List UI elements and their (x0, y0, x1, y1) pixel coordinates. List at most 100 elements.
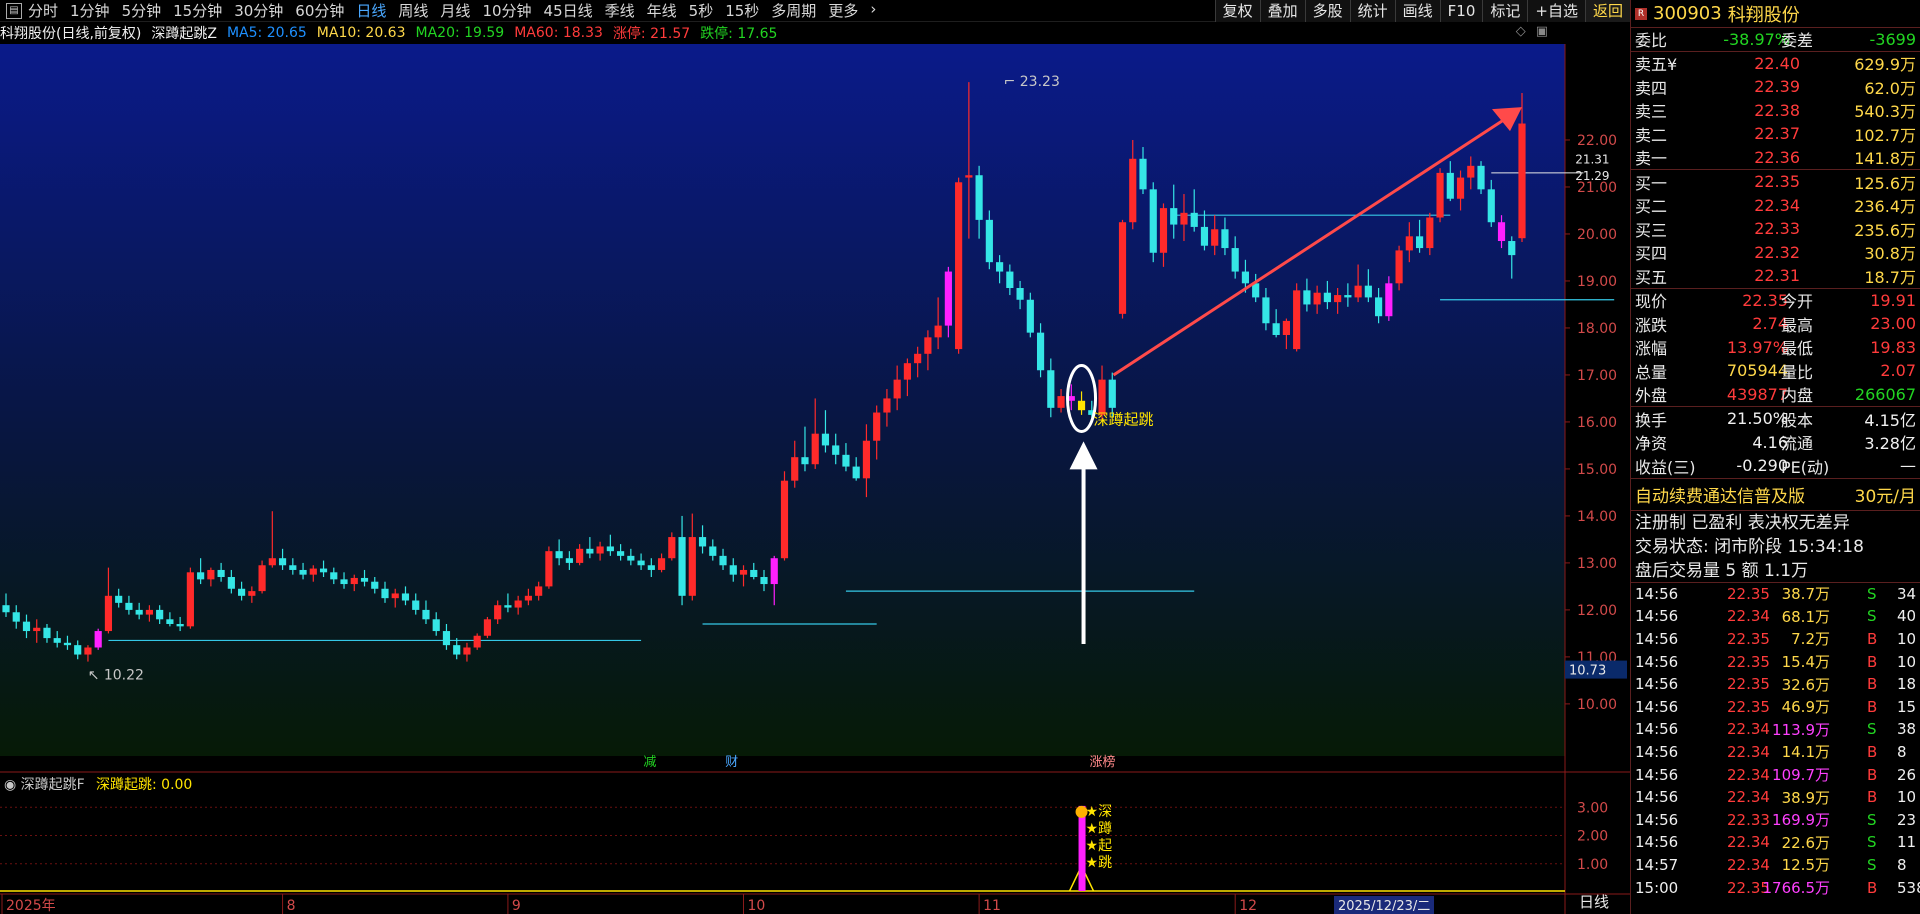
buy-label: 买三 (1635, 220, 1668, 240)
period-tab-7[interactable]: 周线 (398, 0, 428, 21)
sell-volume: 629.9万 (1854, 55, 1916, 75)
candle-body (391, 593, 399, 599)
candle-body (258, 565, 266, 592)
buy-row-3: 买四 22.32 30.8万 (1631, 241, 1920, 265)
tool-button-6[interactable]: 标记 (1482, 0, 1528, 22)
candle-body (248, 591, 256, 596)
indicator-line: 科翔股份(日线,前复权) 深蹲起跳Z MA5: 20.65 MA10: 20.6… (0, 22, 1565, 44)
tool-button-7[interactable]: +自选 (1527, 0, 1585, 22)
tick-count: 10 (1897, 652, 1917, 671)
tool-button-8[interactable]: 返回 (1584, 0, 1630, 22)
period-tab-8[interactable]: 月线 (440, 0, 470, 21)
period-tab-10[interactable]: 45日线 (544, 0, 593, 21)
tool-button-2[interactable]: 多股 (1304, 0, 1350, 22)
sub-axis-label: 3.00 (1577, 800, 1608, 816)
date-label: 12 (1239, 898, 1257, 914)
candle-body (63, 642, 72, 646)
tool-button-0[interactable]: 复权 (1214, 0, 1260, 22)
formula-name[interactable]: 深蹲起跳Z (151, 23, 217, 43)
period-tab-14[interactable]: 15秒 (725, 0, 759, 21)
buy-price: 22.33 (1754, 219, 1800, 239)
tick-price: 22.35 (1727, 652, 1770, 671)
tick-count: 15 (1897, 697, 1917, 716)
tick-side: B (1867, 878, 1878, 897)
tick-price: 22.35 (1727, 697, 1770, 716)
candle-body (1057, 396, 1065, 408)
date-label: 2025年 (6, 898, 56, 914)
tick-price: 22.34 (1727, 765, 1770, 784)
tick-price: 22.34 (1727, 788, 1770, 807)
buy-row-2: 买三 22.33 235.6万 (1631, 217, 1920, 241)
candle-body (166, 619, 174, 625)
sell-price: 22.38 (1754, 100, 1800, 120)
period-tab-13[interactable]: 5秒 (689, 0, 714, 21)
tick-count: 8 (1897, 742, 1907, 761)
candle-body (1477, 165, 1485, 190)
candle-body (1200, 226, 1209, 246)
period-tab-1[interactable]: 1分钟 (70, 0, 110, 21)
period-tab-2[interactable]: 5分钟 (122, 0, 162, 21)
tool-button-3[interactable]: 统计 (1349, 0, 1395, 22)
candle-body (1344, 295, 1352, 298)
candle-body (606, 546, 614, 552)
candle-body (1354, 285, 1362, 298)
tick-time: 14:57 (1635, 855, 1679, 874)
candle-body (289, 565, 297, 570)
price-axis-label: 14.00 (1577, 509, 1617, 525)
buy-volume: 125.6万 (1854, 173, 1916, 193)
period-tab-15[interactable]: 多周期 (771, 0, 816, 21)
candle-body (903, 363, 911, 380)
period-tab-0[interactable]: 分时 (28, 0, 58, 21)
window-icon[interactable]: ▣ (1536, 24, 1548, 39)
fund-label: 净资 (1635, 434, 1668, 454)
candle-body (1047, 370, 1055, 408)
tool-button-5[interactable]: F10 (1439, 0, 1483, 22)
event-tag-2[interactable]: 涨榜 (1090, 754, 1116, 770)
candle-body (1334, 295, 1342, 303)
sell-row-0: 卖五¥ 22.40 629.9万 (1631, 52, 1920, 76)
stat-value-2: 266067 (1854, 384, 1916, 404)
candle-body (238, 588, 246, 596)
buy-row-1: 买二 22.34 236.4万 (1631, 194, 1920, 218)
diamond-icon[interactable]: ◇ (1516, 24, 1526, 39)
candle-body (360, 577, 369, 582)
event-tag-1[interactable]: 财 (725, 755, 738, 770)
chart-background (0, 44, 1565, 756)
buy-label: 买二 (1635, 197, 1668, 217)
stat-label-2: 今开 (1781, 292, 1814, 312)
event-tag-0[interactable]: 减 (643, 755, 656, 770)
stat-label: 外盘 (1635, 386, 1668, 406)
candle-body (1436, 172, 1444, 218)
candle-body (197, 572, 205, 580)
period-tab-4[interactable]: 30分钟 (234, 0, 283, 21)
buy-row-4: 买五 22.31 18.7万 (1631, 264, 1920, 288)
period-tab-16[interactable]: 更多 (828, 0, 858, 21)
period-tab-9[interactable]: 10分钟 (482, 0, 531, 21)
candle-body (299, 569, 307, 575)
candle-body (1211, 229, 1219, 246)
candle-body (1006, 271, 1014, 289)
tick-row: 14:56 22.33 169.9万 S 23 (1631, 808, 1920, 831)
fund-label: 换手 (1635, 410, 1668, 430)
tick-list[interactable]: 14:56 22.35 38.7万 S 34 14:56 22.34 68.1万 S 40 14:5… (1631, 583, 1920, 899)
period-tab-6[interactable]: 日线 (356, 0, 386, 21)
menu-icon[interactable]: ▤ (6, 2, 22, 19)
sell-price: 22.39 (1754, 77, 1800, 97)
period-tab-12[interactable]: 年线 (647, 0, 677, 21)
sub-chart-title: ◉ 深蹲起跳F (4, 777, 85, 793)
kline-chart[interactable]: 22.00 21.00 20.00 19.00 18.00 17.00 16.00 15.00… (0, 44, 1630, 914)
candle-body (1497, 222, 1506, 242)
fund-row-0: 换手 21.50% 股本 4.15亿 (1631, 407, 1920, 431)
candle-body (565, 558, 573, 563)
tick-count: 538 (1897, 878, 1920, 897)
tick-time: 14:56 (1635, 584, 1679, 603)
promo-banner[interactable]: 自动续费通达信普及版 30元/月 (1631, 479, 1920, 511)
tick-side: B (1867, 697, 1878, 716)
period-tab-11[interactable]: 季线 (605, 0, 635, 21)
tool-button-4[interactable]: 画线 (1394, 0, 1440, 22)
more-arrow-icon[interactable]: › (870, 0, 876, 21)
period-tab-5[interactable]: 60分钟 (295, 0, 344, 21)
tool-button-1[interactable]: 叠加 (1259, 0, 1305, 22)
period-tab-3[interactable]: 15分钟 (173, 0, 222, 21)
price-axis-label: 12.00 (1577, 603, 1617, 619)
